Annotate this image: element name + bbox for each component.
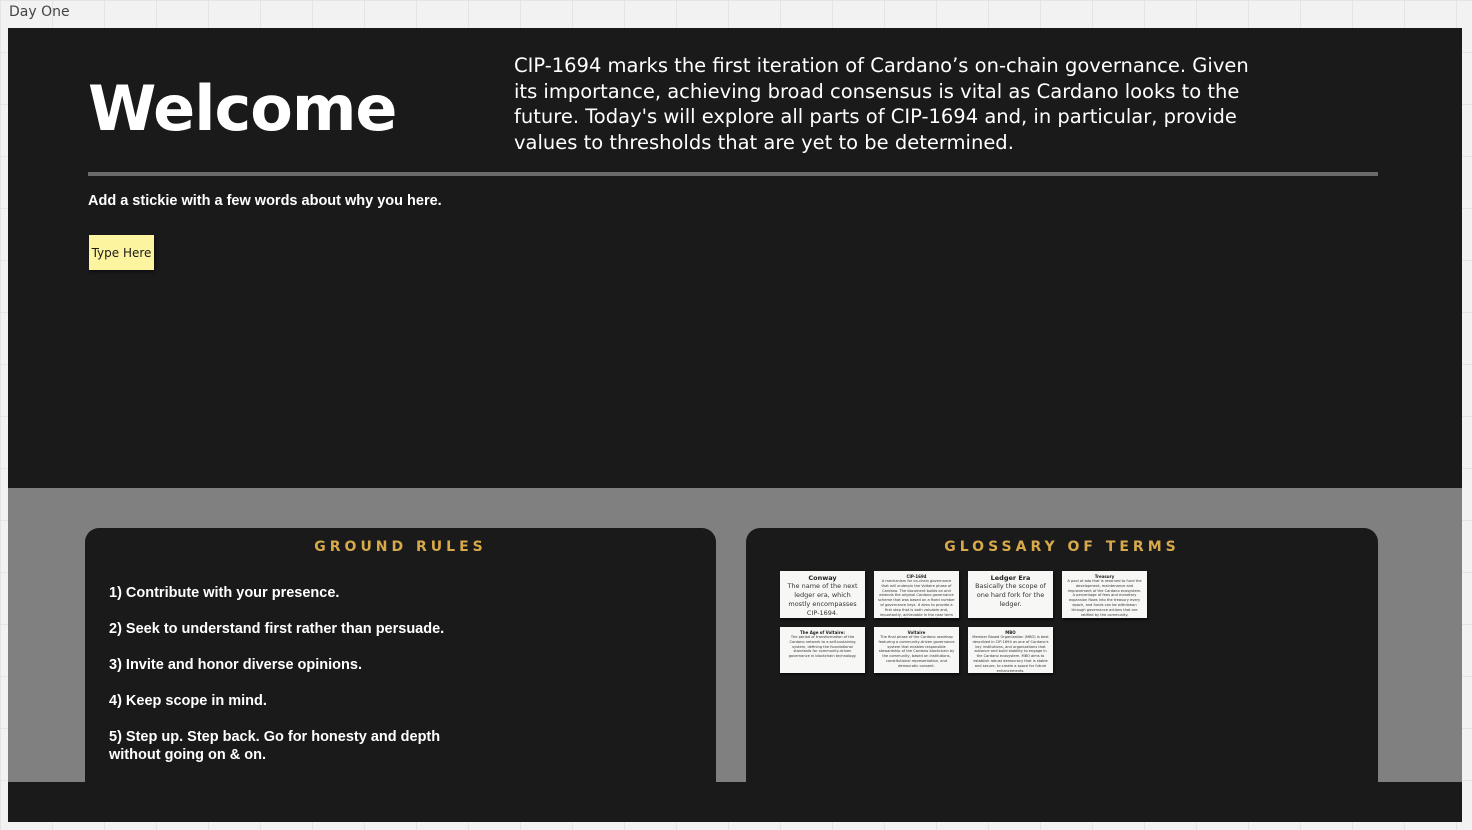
ground-rules-panel: GROUND RULES 1) Contribute with your pre…: [85, 528, 716, 782]
card-definition: A mechanism for on-chain governance that…: [878, 579, 955, 618]
lower-section: GROUND RULES 1) Contribute with your pre…: [8, 488, 1462, 782]
glossary-panel: GLOSSARY OF TERMS Conway The name of the…: [746, 528, 1378, 782]
card-term: Conway: [808, 574, 837, 582]
card-definition: Basically the scope of one hard fork for…: [975, 582, 1046, 608]
welcome-title: Welcome: [88, 72, 397, 145]
ground-rules-list: 1) Contribute with your presence. 2) See…: [109, 584, 469, 782]
glossary-card-ledger-era[interactable]: Ledger Era Basically the scope of one ha…: [968, 571, 1053, 618]
rule-item: 1) Contribute with your presence.: [109, 585, 340, 601]
header-divider: [88, 172, 1378, 176]
glossary-cards: Conway The name of the next ledger era, …: [780, 571, 1160, 673]
glossary-title: GLOSSARY OF TERMS: [944, 539, 1180, 555]
card-definition: Member Based Organization (MBO) is best …: [972, 635, 1049, 673]
rule-item: 5) Step up. Step back. Go for honesty an…: [109, 729, 441, 763]
intro-paragraph: CIP-1694 marks the first iteration of Ca…: [514, 54, 1249, 154]
card-definition: The final phase of the Cardano roadmap f…: [878, 635, 955, 668]
bottom-bar: [8, 782, 1462, 822]
card-definition: The period of transformation of the Card…: [788, 635, 857, 659]
rule-item: 4) Keep scope in mind.: [109, 693, 267, 709]
glossary-card-cip1694[interactable]: CIP-1694 A mechanism for on-chain govern…: [874, 571, 959, 618]
card-definition: The name of the next ledger era, which m…: [787, 582, 858, 617]
glossary-card-age-of-voltaire[interactable]: The Age of Voltaire: The period of trans…: [780, 627, 865, 673]
card-term: Ledger Era: [990, 574, 1031, 582]
glossary-card-conway[interactable]: Conway The name of the next ledger era, …: [780, 571, 865, 618]
sticky-prompt: Add a stickie with a few words about why…: [88, 193, 442, 209]
welcome-board: Welcome CIP-1694 marks the first iterati…: [8, 28, 1462, 822]
ground-rules-title: GROUND RULES: [314, 539, 487, 555]
rule-item: 2) Seek to understand first rather than …: [109, 621, 445, 637]
glossary-card-mbo[interactable]: MBO Member Based Organization (MBO) is b…: [968, 627, 1053, 673]
frame-title[interactable]: Day One: [9, 4, 70, 20]
rule-item: 3) Invite and honor diverse opinions.: [109, 657, 362, 673]
card-definition: A pool of ada that is reserved to fund t…: [1067, 579, 1142, 617]
glossary-card-voltaire[interactable]: Voltaire The final phase of the Cardano …: [874, 627, 959, 673]
sticky-note[interactable]: Type Here: [89, 235, 154, 270]
glossary-card-treasury[interactable]: Treasury A pool of ada that is reserved …: [1062, 571, 1147, 618]
